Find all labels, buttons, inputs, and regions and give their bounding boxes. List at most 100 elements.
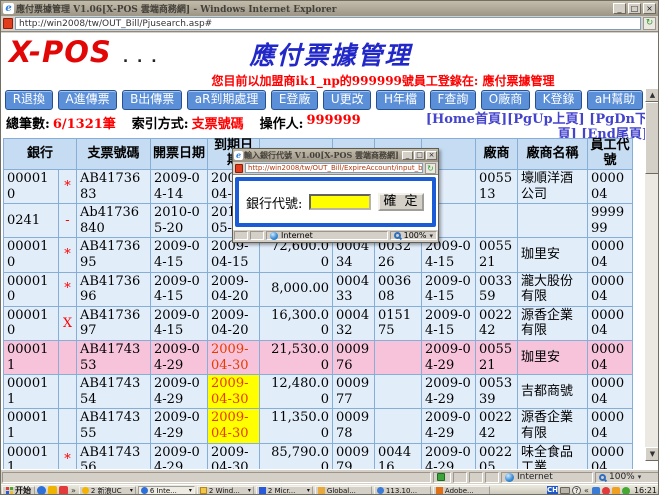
menu-button-A進傳票[interactable]: A進傳票	[58, 90, 118, 110]
nav-link[interactable]: [PgUp上頁]	[507, 112, 585, 127]
taskbar-button[interactable]: 6 Inte...▾	[138, 486, 195, 495]
cell-emp[interactable]: 000004	[588, 238, 633, 272]
cell-amount[interactable]: 85,790.00	[260, 443, 333, 469]
cell-invoice[interactable]	[375, 409, 422, 443]
cell-invoice[interactable]: 004416	[375, 443, 422, 469]
cell-vendor_name[interactable]: 珈里安	[518, 340, 588, 374]
help-icon[interactable]: ?	[572, 486, 581, 495]
cell-bank[interactable]: 000010	[4, 238, 59, 272]
close-button[interactable]: ×	[643, 3, 656, 14]
cell-issue[interactable]: 2009-04-15	[151, 272, 208, 306]
cell-issue[interactable]: 2009-04-29	[151, 340, 208, 374]
cell-emp[interactable]: 999999	[588, 204, 633, 238]
scrollbar-track[interactable]	[645, 102, 659, 447]
chevron-down-icon[interactable]: ▾	[130, 487, 133, 494]
cell-issue[interactable]: 2009-04-29	[151, 443, 208, 469]
cell-flag[interactable]: -	[59, 204, 77, 238]
cell-flag[interactable]: *	[59, 238, 77, 272]
cell-voucher[interactable]: 000977	[333, 375, 375, 409]
cell-emp[interactable]: 000004	[588, 409, 633, 443]
zoom-segment[interactable]: 100% ▾	[595, 472, 659, 483]
cell-bank[interactable]: 000011	[4, 375, 59, 409]
quick-launch-browser-icon[interactable]	[37, 486, 46, 495]
cell-vendor_name[interactable]	[518, 204, 588, 238]
cell-check[interactable]: AB4174353	[77, 340, 151, 374]
table-row[interactable]: 000011*AB41743562009-04-292009-04-3085,7…	[4, 443, 633, 469]
quick-launch-mail-icon[interactable]	[59, 486, 68, 495]
menu-button-O廠商[interactable]: O廠商	[481, 90, 530, 110]
cell-bank[interactable]: 000010	[4, 272, 59, 306]
cell-flag[interactable]	[59, 375, 77, 409]
cell-amount[interactable]: 11,350.00	[260, 409, 333, 443]
taskbar-button[interactable]: Global...	[315, 486, 372, 495]
cell-cash[interactable]: 2009-04-29	[422, 340, 476, 374]
cell-flag[interactable]	[59, 340, 77, 374]
cell-flag[interactable]: *	[59, 170, 77, 204]
cell-issue[interactable]: 2009-04-14	[151, 170, 208, 204]
cell-bank[interactable]: 0241	[4, 204, 59, 238]
cell-vendor_name[interactable]: 味全食品工業	[518, 443, 588, 469]
tray-collapse-icon[interactable]: «	[583, 486, 590, 495]
cell-check[interactable]: Ab41736840	[77, 204, 151, 238]
cell-bank[interactable]: 000011	[4, 443, 59, 469]
cell-issue[interactable]: 2009-04-29	[151, 409, 208, 443]
cell-vendor[interactable]: 002205	[476, 443, 518, 469]
cell-voucher[interactable]: 000978	[333, 409, 375, 443]
taskbar-button[interactable]: 113.10...	[374, 486, 431, 495]
cell-issue[interactable]: 2009-04-15	[151, 306, 208, 340]
cell-flag[interactable]	[59, 409, 77, 443]
quick-launch-uc-icon[interactable]	[48, 486, 57, 495]
cell-check[interactable]: AB4173695	[77, 238, 151, 272]
cell-due[interactable]: 2009-04-30	[208, 340, 260, 374]
cell-check[interactable]: AB4174355	[77, 409, 151, 443]
cell-invoice[interactable]: 003226	[375, 238, 422, 272]
address-input[interactable]	[15, 17, 641, 30]
cell-due[interactable]: 2009-04-15	[208, 238, 260, 272]
menu-button-aH幫助[interactable]: aH幫助	[587, 90, 643, 110]
cell-cash[interactable]: 2009-04-15	[422, 306, 476, 340]
cell-amount[interactable]: 72,600.00	[260, 238, 333, 272]
cell-cash[interactable]: 2009-04-15	[422, 272, 476, 306]
menu-button-K登錄[interactable]: K登錄	[535, 90, 582, 110]
cell-check[interactable]: AB4174354	[77, 375, 151, 409]
menu-button-H年檔[interactable]: H年檔	[376, 90, 424, 110]
cell-invoice[interactable]	[375, 375, 422, 409]
refresh-icon[interactable]: ↻	[643, 17, 656, 30]
cell-cash[interactable]: 2009-04-29	[422, 409, 476, 443]
cell-vendor[interactable]: 005521	[476, 340, 518, 374]
vertical-scrollbar[interactable]: ▲ ▼	[645, 88, 659, 469]
go-icon[interactable]: ↻	[425, 163, 436, 174]
maximize-button[interactable]: □	[628, 3, 641, 14]
chevron-down-icon[interactable]: ▾	[248, 487, 251, 494]
popup-close-button[interactable]: ×	[426, 151, 437, 160]
table-row[interactable]: 000011AB41743532009-04-292009-04-3021,53…	[4, 340, 633, 374]
table-row[interactable]: 000010*AB41736962009-04-152009-04-208,00…	[4, 272, 633, 306]
cell-issue[interactable]: 2010-05-20	[151, 204, 208, 238]
cell-due[interactable]: 2009-04-20	[208, 272, 260, 306]
cell-emp[interactable]: 000004	[588, 170, 633, 204]
scrollbar-thumb[interactable]	[645, 102, 659, 174]
cell-vendor[interactable]: 005521	[476, 238, 518, 272]
cell-flag[interactable]: *	[59, 443, 77, 469]
cell-vendor[interactable]: 003359	[476, 272, 518, 306]
cell-vendor_name[interactable]: 珈里安	[518, 238, 588, 272]
cell-vendor[interactable]: 002242	[476, 409, 518, 443]
tray-icon[interactable]	[602, 487, 610, 495]
cell-amount[interactable]: 8,000.00	[260, 272, 333, 306]
cell-check[interactable]: AB4173697	[77, 306, 151, 340]
printer-icon[interactable]	[560, 487, 570, 494]
cell-due[interactable]: 2009-04-30	[208, 409, 260, 443]
cell-vendor_name[interactable]: 吉都商號	[518, 375, 588, 409]
bank-code-input[interactable]	[309, 194, 371, 210]
cell-emp[interactable]: 000004	[588, 375, 633, 409]
cell-vendor[interactable]: 005513	[476, 170, 518, 204]
cell-amount[interactable]: 21,530.00	[260, 340, 333, 374]
cell-invoice[interactable]	[375, 340, 422, 374]
cell-due[interactable]: 2009-04-20	[208, 306, 260, 340]
tray-icon[interactable]	[612, 487, 620, 495]
cell-vendor[interactable]: 002242	[476, 306, 518, 340]
scroll-down-icon[interactable]: ▼	[645, 447, 659, 461]
cell-flag[interactable]: *	[59, 272, 77, 306]
cell-issue[interactable]: 2009-04-29	[151, 375, 208, 409]
cell-emp[interactable]: 000004	[588, 306, 633, 340]
